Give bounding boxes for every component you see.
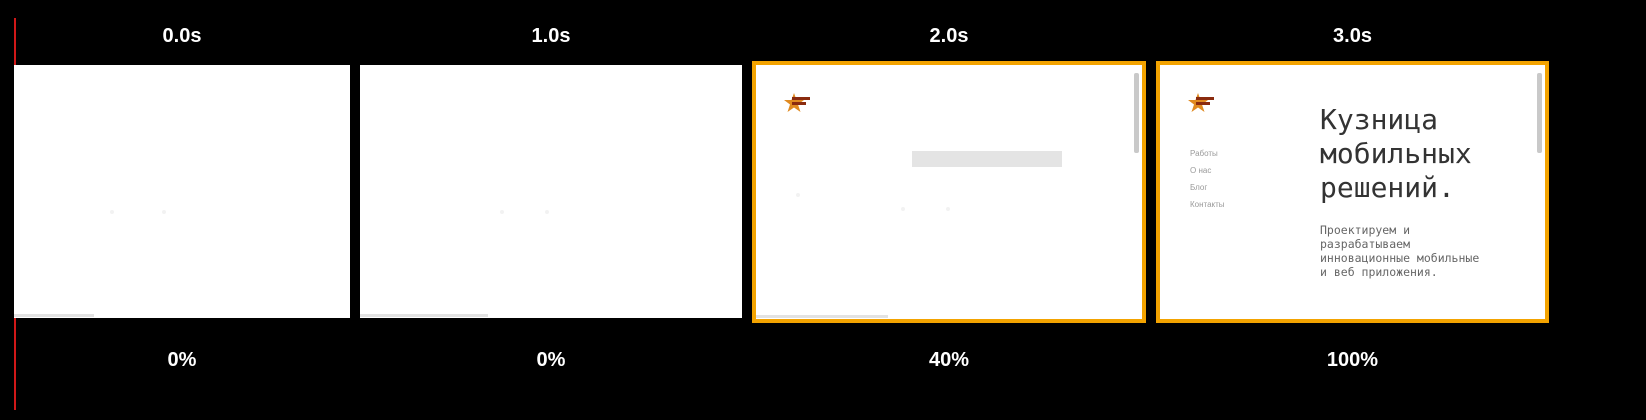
hero-headline: Кузница мобильных решений. <box>1320 103 1472 204</box>
frame-time-label: 2.0s <box>929 25 969 47</box>
frame-thumbnail[interactable] <box>14 65 350 318</box>
frame-progress-label: 0% <box>167 349 197 371</box>
nav-item-blog[interactable]: Блог <box>1190 179 1225 196</box>
frame-thumbnail[interactable] <box>360 65 742 318</box>
nav-item-works[interactable]: Работы <box>1190 145 1225 162</box>
placeholder-dot <box>796 193 800 197</box>
star-logo-icon <box>784 93 810 112</box>
status-bar <box>14 314 94 317</box>
headline-placeholder <box>912 151 1062 167</box>
frame-time-label: 0.0s <box>162 25 202 47</box>
scrollbar[interactable] <box>1537 73 1542 153</box>
nav-item-about[interactable]: О нас <box>1190 162 1225 179</box>
hero-tagline: Проектируем и разрабатываем инновационны… <box>1320 223 1480 279</box>
placeholder-dot <box>946 207 950 211</box>
frame-progress-label: 40% <box>928 349 970 371</box>
frame-progress-label: 0% <box>536 349 566 371</box>
frame-time-label: 1.0s <box>531 25 571 47</box>
site-nav: Работы О нас Блог Контакты <box>1190 145 1225 213</box>
star-logo-icon <box>1188 93 1214 112</box>
placeholder-dot <box>110 210 114 214</box>
status-bar <box>756 315 888 318</box>
frame-time-label: 3.0s <box>1333 25 1372 47</box>
frame-thumbnail[interactable]: Работы О нас Блог Контакты Кузница мобил… <box>1156 61 1549 323</box>
placeholder-dot <box>162 210 166 214</box>
scrollbar[interactable] <box>1134 73 1139 153</box>
placeholder-dot <box>545 210 549 214</box>
placeholder-dot <box>500 210 504 214</box>
status-bar <box>360 314 488 317</box>
frame-progress-label: 100% <box>1326 349 1379 371</box>
nav-item-contacts[interactable]: Контакты <box>1190 196 1225 213</box>
placeholder-dot <box>901 207 905 211</box>
frame-thumbnail[interactable] <box>752 61 1146 323</box>
